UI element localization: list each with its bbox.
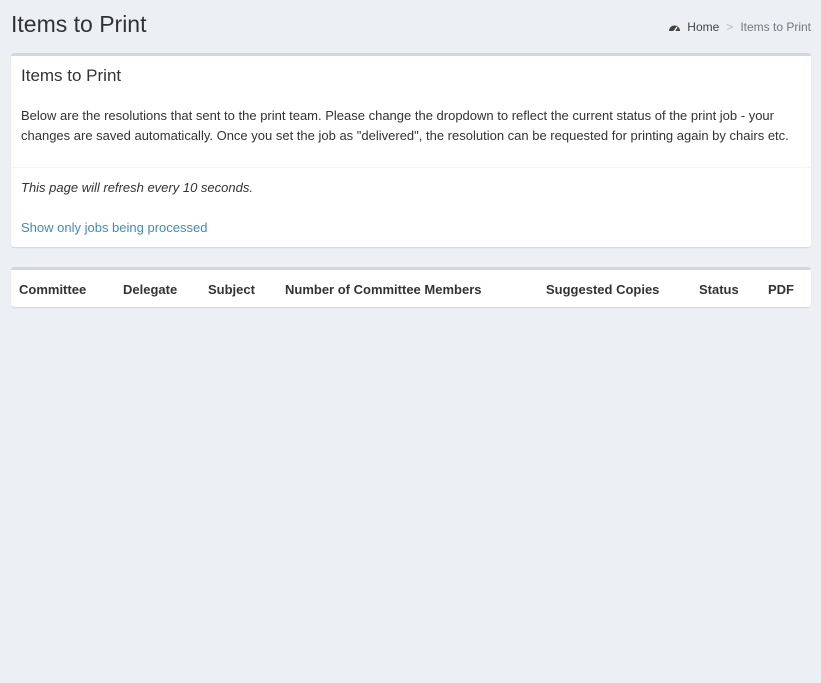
info-box-title: Items to Print: [21, 66, 122, 85]
page-title: Items to Print: [11, 11, 147, 37]
column-header-subject[interactable]: Subject: [208, 282, 255, 297]
print-jobs-table: Committee Delegate Subject Number of Com…: [11, 267, 811, 307]
column-header-committee-members[interactable]: Number of Committee Members: [285, 282, 481, 297]
breadcrumb-separator: >: [726, 20, 734, 34]
breadcrumb-current: Items to Print: [740, 20, 811, 34]
column-header-pdf[interactable]: PDF: [768, 282, 794, 297]
info-box: Items to Print Below are the resolutions…: [11, 53, 811, 247]
content-header: Items to Print Home > Items to Print: [0, 0, 821, 52]
dashboard-icon: [668, 21, 681, 34]
show-processing-jobs-link[interactable]: Show only jobs being processed: [21, 220, 207, 235]
table-header-row: Committee Delegate Subject Number of Com…: [11, 270, 811, 307]
breadcrumb-home-link[interactable]: Home: [687, 20, 719, 34]
info-box-description: Below are the resolutions that sent to t…: [21, 108, 789, 143]
breadcrumb: Home > Items to Print: [668, 20, 811, 34]
divider: [11, 167, 811, 168]
column-header-delegate[interactable]: Delegate: [123, 282, 177, 297]
column-header-committee[interactable]: Committee: [19, 282, 86, 297]
column-header-status[interactable]: Status: [699, 282, 739, 297]
refresh-note: This page will refresh every 10 seconds.: [21, 180, 253, 195]
column-header-suggested-copies[interactable]: Suggested Copies: [546, 282, 659, 297]
